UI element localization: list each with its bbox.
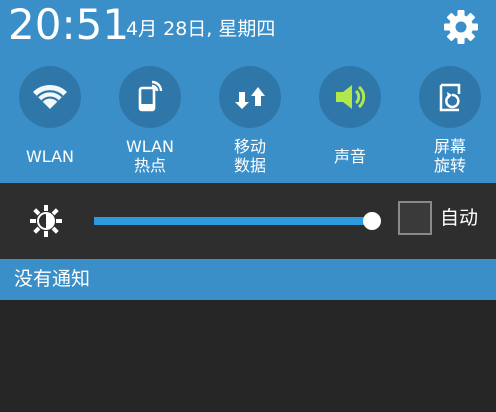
- toggle-label-mobile-data: 移动 数据: [233, 137, 266, 175]
- toggle-label-auto-rotate: 屏幕 旋转: [433, 137, 466, 175]
- toggle-circle: [419, 66, 481, 128]
- toggle-hotspot[interactable]: WLAN 热点: [100, 66, 200, 175]
- rotate-icon: [439, 83, 461, 112]
- brightness-slider-thumb[interactable]: [363, 212, 381, 230]
- auto-brightness-label: 自动: [440, 207, 479, 229]
- wifi-icon: [33, 84, 67, 109]
- toggle-sound[interactable]: 声音: [300, 66, 400, 166]
- brightness-slider-fill: [94, 217, 372, 225]
- brightness-sun-icon: [27, 202, 65, 240]
- toggle-auto-rotate[interactable]: 屏幕 旋转: [400, 66, 496, 175]
- brightness-slider[interactable]: [94, 212, 381, 230]
- toggle-label-hotspot: WLAN 热点: [125, 137, 174, 175]
- volume-icon: [336, 85, 366, 109]
- toggle-label-wlan: WLAN: [25, 147, 74, 166]
- toggle-mobile-data[interactable]: 移动 数据: [200, 66, 300, 175]
- notification-list-area: [0, 300, 496, 412]
- brightness-bar: 自动: [0, 183, 496, 259]
- notifications-header: 没有通知: [0, 259, 496, 300]
- settings-gear-icon[interactable]: [440, 6, 482, 48]
- toggle-wlan[interactable]: WLAN: [0, 66, 100, 166]
- quick-settings-panel: 20:51 4月 28日, 星期四 WLAN WLAN 热点 移动 数据 声音 …: [0, 0, 496, 183]
- toggle-circle: [19, 66, 81, 128]
- toggle-circle: [119, 66, 181, 128]
- no-notifications-text: 没有通知: [14, 268, 91, 290]
- auto-brightness-checkbox[interactable]: [398, 201, 432, 235]
- toggle-circle: [219, 66, 281, 128]
- toggle-label-sound: 声音: [333, 147, 366, 166]
- date-text: 4月 28日, 星期四: [126, 18, 276, 40]
- toggle-circle: [319, 66, 381, 128]
- hotspot-icon: [138, 80, 163, 112]
- mobile-data-icon: [235, 87, 265, 109]
- clock-time: 20:51: [8, 0, 130, 49]
